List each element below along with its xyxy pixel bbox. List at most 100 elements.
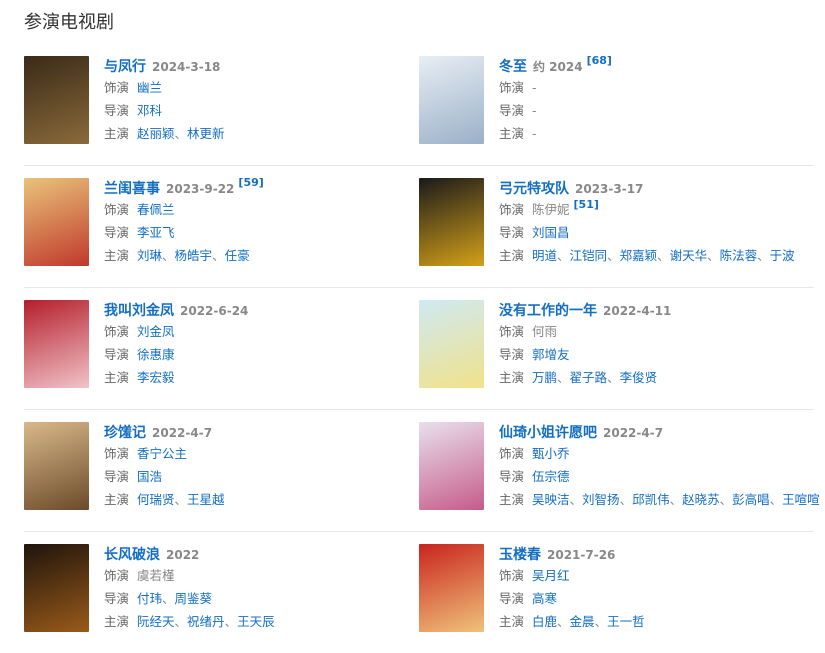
poster-image[interactable]: [419, 300, 484, 388]
cast-name[interactable]: 阮经天: [137, 614, 175, 629]
role-name[interactable]: 刘金凤: [137, 324, 175, 339]
director-name[interactable]: 付玮: [137, 591, 162, 606]
cast-field: 主演 何瑞贤、王星越: [104, 488, 419, 511]
role-name[interactable]: 幽兰: [137, 80, 162, 95]
cast-name[interactable]: 白鹿: [532, 614, 557, 629]
series-row: 兰闺喜事 2023-9-22 [59] 饰演 春佩兰 导演 李亚飞 主演 刘琳、杨皓宇、任豪 弓元…: [24, 166, 814, 288]
cast-name[interactable]: 祝绪丹: [187, 614, 225, 629]
cast-name[interactable]: 吴映洁: [532, 492, 570, 507]
series-title[interactable]: 珍馐记: [104, 425, 146, 441]
separator: 、: [224, 614, 238, 629]
role-label: 饰演: [104, 568, 130, 583]
role-name[interactable]: 春佩兰: [137, 202, 175, 217]
series-row: 与凤行 2024-3-18 饰演 幽兰 导演 邓科 主演 赵丽颖、林更新 冬至约 2024 [68…: [24, 44, 814, 166]
series-title[interactable]: 我叫刘金凤: [104, 303, 174, 319]
cast-name[interactable]: 王天辰: [237, 614, 275, 629]
title-line: 冬至约 2024 [68]: [499, 54, 814, 76]
series-card: 我叫刘金凤 2022-6-24 饰演 刘金凤 导演 徐惠康 主演 李宏毅: [24, 300, 419, 390]
series-title[interactable]: 冬至: [499, 59, 527, 75]
director-name[interactable]: 刘国昌: [532, 225, 570, 240]
cast-name[interactable]: 李宏毅: [137, 370, 175, 385]
poster-image[interactable]: [24, 56, 89, 144]
director-name[interactable]: 国浩: [137, 469, 162, 484]
cast-name[interactable]: 林更新: [187, 126, 225, 141]
director-name[interactable]: 郭增友: [532, 347, 570, 362]
title-line: 弓元特攻队 2023-3-17: [499, 178, 814, 198]
citation-link[interactable]: [59]: [238, 176, 263, 189]
separator: 、: [569, 492, 583, 507]
separator: 、: [769, 492, 783, 507]
cast-field: 主演 明道、江铠同、郑嘉颖、谢天华、陈法蓉、于波: [499, 244, 814, 267]
poster-image[interactable]: [419, 544, 484, 632]
cast-name[interactable]: 陈法蓉: [720, 248, 758, 263]
cast-name[interactable]: 万鹏: [532, 370, 557, 385]
cast-name[interactable]: 刘智扬: [582, 492, 620, 507]
cast-label: 主演: [499, 126, 525, 141]
poster-image[interactable]: [419, 178, 484, 266]
director-field: 导演 伍宗德: [499, 465, 814, 488]
role-name[interactable]: 甄小乔: [532, 446, 570, 461]
cast-name[interactable]: 邱凯伟: [632, 492, 670, 507]
poster-image[interactable]: [24, 178, 89, 266]
release-date: 2022-6-24: [180, 304, 249, 318]
cast-name[interactable]: 何瑞贤: [137, 492, 175, 507]
cast-name[interactable]: 赵晓苏: [682, 492, 720, 507]
cast-field: 主演 吴映洁、刘智扬、邱凯伟、赵晓苏、彭高唱、王喧喧: [499, 488, 820, 511]
series-title[interactable]: 玉楼春: [499, 547, 541, 563]
role-name: 虞若槿: [137, 568, 175, 583]
cast-label: 主演: [499, 614, 525, 629]
series-title[interactable]: 弓元特攻队: [499, 181, 569, 197]
release-date: 2023-9-22: [166, 182, 235, 196]
cast-name[interactable]: 金晨: [570, 614, 595, 629]
cast-name[interactable]: 江铠同: [570, 248, 608, 263]
title-line: 没有工作的一年 2022-4-11: [499, 300, 814, 320]
cast-name[interactable]: 王一哲: [607, 614, 645, 629]
director-label: 导演: [499, 225, 525, 240]
series-title[interactable]: 兰闺喜事: [104, 181, 160, 197]
cast-name[interactable]: 翟子路: [570, 370, 608, 385]
cast-name[interactable]: 郑嘉颖: [620, 248, 658, 263]
separator: 、: [162, 591, 175, 606]
series-info: 我叫刘金凤 2022-6-24 饰演 刘金凤 导演 徐惠康 主演 李宏毅: [104, 300, 419, 389]
separator: 、: [657, 248, 670, 263]
poster-image[interactable]: [24, 422, 89, 510]
role-name[interactable]: 香宁公主: [137, 446, 187, 461]
cast-name[interactable]: 赵丽颖: [137, 126, 175, 141]
cast-name[interactable]: 任豪: [225, 248, 250, 263]
cast-name[interactable]: 明道: [532, 248, 557, 263]
title-line: 玉楼春 2021-7-26: [499, 544, 814, 564]
series-title[interactable]: 仙琦小姐许愿吧: [499, 425, 597, 441]
cast-name[interactable]: 杨皓宇: [175, 248, 213, 263]
director-name[interactable]: 李亚飞: [137, 225, 175, 240]
director-field: 导演 刘国昌: [499, 221, 814, 244]
citation-link[interactable]: [51]: [574, 198, 599, 211]
separator: 、: [557, 370, 570, 385]
cast-name[interactable]: 谢天华: [670, 248, 708, 263]
cast-name[interactable]: 王喧喧: [782, 492, 820, 507]
director-name[interactable]: 徐惠康: [137, 347, 175, 362]
director-name[interactable]: 周鉴葵: [175, 591, 213, 606]
poster-image[interactable]: [419, 422, 484, 510]
cast-field: 主演 赵丽颖、林更新: [104, 122, 419, 145]
series-title[interactable]: 没有工作的一年: [499, 303, 597, 319]
series-title[interactable]: 与凤行: [104, 59, 146, 75]
role-field: 饰演 香宁公主: [104, 442, 419, 465]
director-name[interactable]: 高寒: [532, 591, 557, 606]
poster-image[interactable]: [24, 300, 89, 388]
cast-name[interactable]: 刘琳: [137, 248, 162, 263]
series-card: 长风破浪 2022 饰演 虞若槿 导演 付玮、周鉴葵 主演 阮经天、祝绪丹、王天辰: [24, 544, 419, 634]
cast-name[interactable]: 彭高唱: [732, 492, 770, 507]
cast-name[interactable]: 王星越: [187, 492, 225, 507]
citation-link[interactable]: [68]: [587, 54, 612, 67]
release-date: 2024-3-18: [152, 60, 221, 74]
series-title[interactable]: 长风破浪: [104, 547, 160, 563]
cast-name[interactable]: 于波: [770, 248, 795, 263]
poster-image[interactable]: [419, 56, 484, 144]
separator: 、: [607, 370, 620, 385]
role-name[interactable]: 吴月红: [532, 568, 570, 583]
series-card: 兰闺喜事 2023-9-22 [59] 饰演 春佩兰 导演 李亚飞 主演 刘琳、杨皓宇、任豪: [24, 176, 419, 268]
poster-image[interactable]: [24, 544, 89, 632]
director-name[interactable]: 邓科: [137, 103, 162, 118]
cast-name[interactable]: 李俊贤: [620, 370, 658, 385]
director-name[interactable]: 伍宗德: [532, 469, 570, 484]
